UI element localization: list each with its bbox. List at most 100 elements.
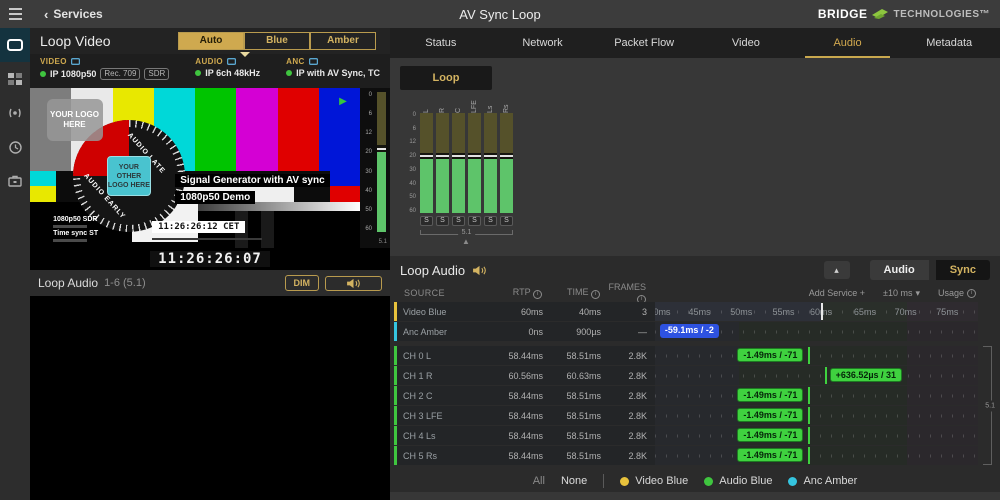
- tab-audio[interactable]: Audio: [797, 28, 899, 58]
- row-rtp-value: 0ns: [481, 327, 543, 337]
- solo-button-ls[interactable]: S: [484, 216, 497, 226]
- timesync-label: Time sync ST: [53, 230, 98, 238]
- video-preview[interactable]: AUDIO LATE AUDIO EARLY YOUR OTHER LOGO H…: [30, 88, 360, 248]
- window-size-select[interactable]: ±10 ms ▾: [883, 288, 920, 299]
- add-service-button[interactable]: Add Service +: [809, 288, 865, 298]
- preview-meter-scale: 06122030405060: [360, 92, 373, 232]
- sync-row-anc-amber[interactable]: Anc Amber0ns900µs—-59.1ms / -2: [394, 322, 978, 341]
- legend-item-anc-amber[interactable]: Anc Amber: [788, 475, 857, 487]
- meter-level: [452, 159, 465, 213]
- mode-button-auto[interactable]: Auto: [178, 32, 244, 50]
- source-column-header: SOURCE: [396, 288, 480, 298]
- legend-none-button[interactable]: None: [561, 475, 587, 487]
- timeline-ticks: [655, 394, 978, 397]
- meter-headroom: [468, 113, 481, 153]
- solo-button-rs[interactable]: S: [500, 216, 513, 226]
- legend-item-video-blue[interactable]: Video Blue: [620, 475, 688, 487]
- monitor-nav-icon[interactable]: [0, 28, 30, 62]
- video-format-info: 1080p50 SDR Time sync ST: [53, 216, 98, 244]
- channel-label-ls: Ls: [484, 100, 497, 113]
- solo-button-r[interactable]: S: [436, 216, 449, 226]
- chevron-left-icon: ‹: [44, 7, 48, 22]
- sync-row-ch-5-rs[interactable]: CH 5 Rs58.44ms58.51ms2.8K-1.49ms / -71: [394, 446, 978, 465]
- mode-button-blue[interactable]: Blue: [244, 32, 310, 50]
- row-source-name: CH 0 L: [397, 351, 481, 361]
- back-to-services-link[interactable]: ‹ Services: [44, 7, 103, 22]
- format-label: 1080p50 SDR: [53, 216, 98, 224]
- row-timeline: -1.49ms / -71: [655, 406, 978, 425]
- tab-network[interactable]: Network: [492, 28, 594, 58]
- left-nav-rail: [0, 28, 30, 500]
- sync-row-ch-3-lfe[interactable]: CH 3 LFE58.44ms58.51ms2.8K-1.49ms / -71: [394, 406, 978, 425]
- brand-primary-label: BRIDGE: [818, 7, 868, 21]
- sync-row-video-blue[interactable]: Video Blue60ms40ms340ms45ms50ms55ms60ms6…: [394, 302, 978, 321]
- sync-row-ch-0-l[interactable]: CH 0 L58.44ms58.51ms2.8K-1.49ms / -71: [394, 346, 978, 365]
- tab-metadata[interactable]: Metadata: [898, 28, 1000, 58]
- clock-nav-icon[interactable]: [0, 130, 30, 164]
- info-icon[interactable]: i: [533, 290, 542, 299]
- solo-button-l[interactable]: S: [420, 216, 433, 226]
- solo-button-c[interactable]: S: [452, 216, 465, 226]
- scale-tick-label: 0: [369, 92, 372, 98]
- usage-button[interactable]: Usage i: [938, 288, 976, 298]
- info-icon[interactable]: i: [591, 290, 600, 299]
- row-timeline: -1.49ms / -71: [655, 426, 978, 445]
- sync-row-ch-4-ls[interactable]: CH 4 Ls58.44ms58.51ms2.8K-1.49ms / -71: [394, 426, 978, 445]
- timeline-ticks: [655, 434, 978, 437]
- audio-view-button[interactable]: Audio: [870, 260, 929, 280]
- tab-video[interactable]: Video: [695, 28, 797, 58]
- offset-badge: -1.49ms / -71: [737, 388, 803, 402]
- dim-button[interactable]: DIM: [285, 275, 320, 291]
- legend-dot: [788, 477, 797, 486]
- speaker-icon: [346, 278, 361, 289]
- play-icon[interactable]: ▶: [339, 96, 347, 107]
- mode-button-amber[interactable]: Amber: [310, 32, 376, 50]
- sync-view-button[interactable]: Sync: [936, 260, 990, 280]
- hamburger-menu-icon[interactable]: [0, 0, 30, 28]
- row-frames-value: 3: [601, 307, 647, 317]
- legend-item-audio-blue[interactable]: Audio Blue: [704, 475, 772, 487]
- meter-bar-l: [420, 113, 433, 213]
- timeline-tick-label: 45ms: [689, 307, 711, 317]
- offset-badge: -1.49ms / -71: [737, 408, 803, 422]
- solo-button-lfe[interactable]: S: [468, 216, 481, 226]
- time-column-header: TIME i: [542, 287, 600, 299]
- meter-level: [484, 159, 497, 213]
- meter-headroom: [436, 113, 449, 153]
- meter-group-label: 5.1: [458, 229, 476, 236]
- row-time-value: 58.51ms: [543, 391, 601, 401]
- dashboard-nav-icon[interactable]: [0, 62, 30, 96]
- collapse-section-button[interactable]: ▴: [824, 261, 850, 279]
- speaker-icon[interactable]: [472, 265, 487, 276]
- sync-row-ch-2-c[interactable]: CH 2 C58.44ms58.51ms2.8K-1.49ms / -71: [394, 386, 978, 405]
- channel-label-r: R: [436, 100, 449, 113]
- scale-tick-label: 6: [413, 126, 416, 132]
- toolbox-nav-icon[interactable]: [0, 164, 30, 198]
- meter-peak-tick: [468, 155, 481, 157]
- left-panel-filler: [30, 296, 390, 500]
- brand-logo: BRIDGE TECHNOLOGIES™: [818, 7, 990, 21]
- signal-nav-icon[interactable]: [0, 96, 30, 130]
- timeline-tick-label: 70ms: [895, 307, 917, 317]
- row-source-name: CH 5 Rs: [397, 451, 481, 461]
- chevron-down-icon: ▾: [915, 288, 920, 299]
- speaker-mute-button[interactable]: [325, 276, 382, 291]
- row-frames-value: 2.8K: [601, 431, 647, 441]
- meter-scale: 06122030405060: [404, 113, 418, 213]
- timeline-tick-label: 50ms: [730, 307, 752, 317]
- tab-packet-flow[interactable]: Packet Flow: [593, 28, 695, 58]
- legend-dot: [704, 477, 713, 486]
- sync-row-ch-1-r[interactable]: CH 1 R60.56ms60.63ms2.8K+636.52µs / 31: [394, 366, 978, 385]
- brand-ribbon-icon: [872, 9, 888, 19]
- row-time-value: 58.51ms: [543, 431, 601, 441]
- timeline-ticks: [655, 454, 978, 457]
- loop-stream-button[interactable]: Loop: [400, 66, 492, 90]
- row-frames-value: —: [601, 327, 647, 337]
- channel-label-rs: Rs: [500, 100, 513, 113]
- meter-headroom: [500, 113, 513, 153]
- legend-all-button[interactable]: All: [533, 475, 545, 487]
- row-frames-value: 2.8K: [601, 371, 647, 381]
- demo-caption: 1080p50 Demo: [175, 191, 255, 204]
- tab-status[interactable]: Status: [390, 28, 492, 58]
- row-time-value: 40ms: [543, 307, 601, 317]
